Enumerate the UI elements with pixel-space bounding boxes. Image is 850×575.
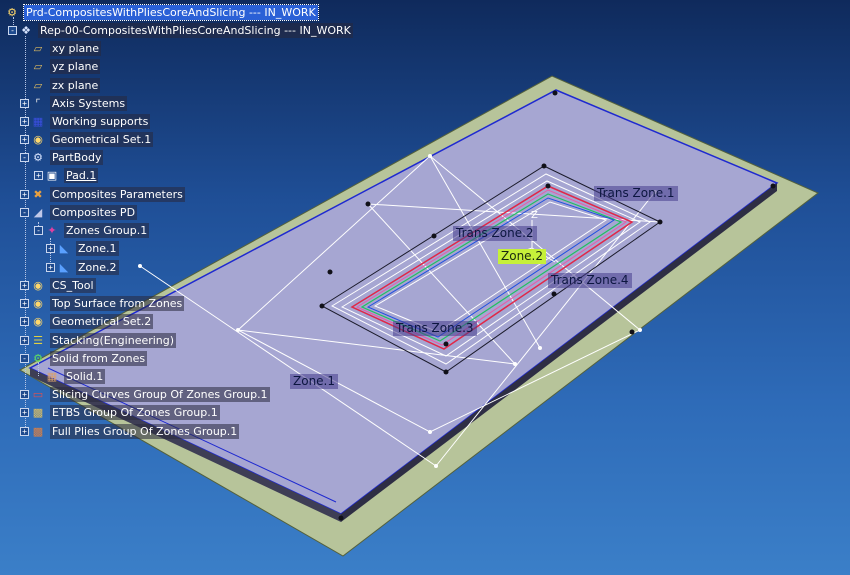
full-plies-icon: ▩ [32, 424, 44, 438]
tree-item-xy-plane-label[interactable]: xy plane [50, 40, 102, 56]
geometrical-set-icon: ◉ [33, 296, 43, 310]
composites-parameters-icon: ✖ [33, 187, 43, 201]
tree-item-yz-plane-label[interactable]: yz plane [50, 58, 101, 74]
tree-item-pad-1[interactable]: ▣ Pad.1 [44, 167, 99, 183]
expand-toggle[interactable]: + [46, 244, 55, 253]
tree-item-solid-1[interactable]: ▦ Solid.1 [44, 368, 106, 384]
slicing-icon: ▭ [32, 387, 44, 401]
tree-item-zone-2[interactable]: ◣ Zone.2 [56, 259, 119, 275]
tree-item-working-supports[interactable]: ▦ Working supports [30, 113, 151, 129]
etbs-icon: ▩ [32, 405, 44, 419]
local-axis-z-label: Z [531, 210, 538, 221]
collapse-toggle[interactable]: - [20, 354, 29, 363]
tree-item-solid-1-label[interactable]: Solid.1 [64, 368, 106, 384]
trans-zone-4-label[interactable]: Trans Zone.4 [548, 273, 632, 288]
expand-toggle[interactable]: + [34, 171, 43, 180]
tree-item-geometrical-set-1-label[interactable]: Geometrical Set.1 [50, 131, 154, 147]
expand-toggle[interactable]: + [20, 135, 29, 144]
expand-toggle[interactable]: + [20, 317, 29, 326]
tree-root-product[interactable]: ⚙ Prd-CompositesWithPliesCoreAndSlicing … [4, 3, 319, 21]
tree-item-zones-group-1-label[interactable]: Zones Group.1 [64, 222, 150, 238]
tree-item-zx-plane-label[interactable]: zx plane [50, 77, 101, 93]
tree-item-top-surface-label[interactable]: Top Surface from Zones [50, 295, 185, 311]
tree-item-stacking[interactable]: ☰ Stacking(Engineering) [30, 332, 177, 348]
product-icon: ⚙ [7, 5, 17, 19]
tree-item-zone-1-label[interactable]: Zone.1 [76, 240, 119, 256]
tree-item-top-surface[interactable]: ◉ Top Surface from Zones [30, 295, 185, 311]
trans-zone-2-label[interactable]: Trans Zone.2 [453, 226, 537, 241]
tree-item-axis-systems-label[interactable]: Axis Systems [50, 95, 128, 111]
expand-toggle[interactable]: + [20, 408, 29, 417]
collapse-toggle[interactable]: - [20, 153, 29, 162]
tree-item-zone-2-label[interactable]: Zone.2 [76, 259, 119, 275]
stacking-icon: ☰ [33, 333, 43, 347]
tree-item-geometrical-set-2-label[interactable]: Geometrical Set.2 [50, 313, 154, 329]
tree-item-slicing-curves-label[interactable]: Slicing Curves Group Of Zones Group.1 [50, 386, 270, 402]
plane-icon: ▱ [33, 78, 43, 92]
geometrical-set-icon: ◉ [33, 278, 43, 292]
axis-system-icon: ⌜ [35, 96, 41, 110]
tree-root-label[interactable]: Prd-CompositesWithPliesCoreAndSlicing --… [23, 3, 319, 21]
tree-item-cs-tool[interactable]: ◉ CS_Tool [30, 277, 96, 293]
zones-group-icon: ✦ [47, 223, 57, 237]
tree-item-zone-1[interactable]: ◣ Zone.1 [56, 240, 119, 256]
trans-zone-3-label[interactable]: Trans Zone.3 [393, 321, 477, 336]
solid-gear-icon: ⚙ [33, 351, 43, 365]
tree-item-zones-group-1[interactable]: ✦ Zones Group.1 [44, 222, 150, 238]
zone-icon: ◣ [59, 241, 69, 255]
tree-item-full-plies-label[interactable]: Full Plies Group Of Zones Group.1 [50, 423, 240, 439]
tree-item-partbody[interactable]: ⚙ PartBody [30, 149, 104, 165]
tree-item-etbs-group-label[interactable]: ETBS Group Of Zones Group.1 [50, 404, 220, 420]
tree-item-full-plies[interactable]: ▩ Full Plies Group Of Zones Group.1 [30, 423, 240, 439]
tree-item-pad-1-label[interactable]: Pad.1 [64, 167, 99, 183]
body-gear-icon: ⚙ [33, 150, 43, 164]
zone-icon: ◣ [59, 260, 69, 274]
tree-item-working-supports-label[interactable]: Working supports [50, 113, 151, 129]
expand-toggle[interactable]: + [46, 263, 55, 272]
tree-item-cs-tool-label[interactable]: CS_Tool [50, 277, 96, 293]
geometrical-set-icon: ◉ [33, 314, 43, 328]
collapse-toggle[interactable]: - [20, 208, 29, 217]
grid-icon: ▦ [32, 114, 44, 128]
tree-item-stacking-label[interactable]: Stacking(Engineering) [50, 332, 177, 348]
tree-item-geometrical-set-1[interactable]: ◉ Geometrical Set.1 [30, 131, 154, 147]
tree-item-solid-from-zones-label[interactable]: Solid from Zones [50, 350, 148, 366]
tree-item-rep-label[interactable]: Rep-00-CompositesWithPliesCoreAndSlicing… [38, 22, 353, 38]
zone-2-highlight-label[interactable]: Zone.2 [498, 249, 546, 264]
expand-toggle[interactable]: + [20, 190, 29, 199]
expand-toggle[interactable]: + [20, 427, 29, 436]
plane-icon: ▱ [33, 41, 43, 55]
expand-toggle[interactable]: + [20, 299, 29, 308]
tree-item-solid-from-zones[interactable]: ⚙ Solid from Zones [30, 350, 148, 366]
geometrical-set-icon: ◉ [33, 132, 43, 146]
composites-pd-icon: ◢ [33, 205, 43, 219]
tree-item-slicing-curves[interactable]: ▭ Slicing Curves Group Of Zones Group.1 [30, 386, 270, 402]
tree-item-composites-parameters[interactable]: ✖ Composites Parameters [30, 186, 185, 202]
tree-item-axis-systems[interactable]: ⌜ Axis Systems [30, 95, 128, 111]
collapse-toggle[interactable]: - [8, 26, 17, 35]
plane-icon: ▱ [33, 59, 43, 73]
tree-item-rep[interactable]: ❖ Rep-00-CompositesWithPliesCoreAndSlici… [18, 22, 353, 38]
expand-toggle[interactable]: + [20, 281, 29, 290]
solid-icon: ▦ [46, 369, 58, 383]
specification-tree[interactable]: ⚙ Prd-CompositesWithPliesCoreAndSlicing … [0, 0, 353, 445]
tree-item-yz-plane[interactable]: ▱ yz plane [30, 58, 101, 74]
tree-item-partbody-label[interactable]: PartBody [50, 149, 104, 165]
expand-toggle[interactable]: + [20, 99, 29, 108]
tree-item-xy-plane[interactable]: ▱ xy plane [30, 40, 102, 56]
trans-zone-1-label[interactable]: Trans Zone.1 [594, 186, 678, 201]
tree-connector [25, 36, 26, 431]
tree-item-zx-plane[interactable]: ▱ zx plane [30, 77, 101, 93]
tree-item-composites-parameters-label[interactable]: Composites Parameters [50, 186, 185, 202]
part-icon: ❖ [21, 23, 31, 37]
tree-item-etbs-group[interactable]: ▩ ETBS Group Of Zones Group.1 [30, 404, 220, 420]
tree-item-composites-pd[interactable]: ◢ Composites PD [30, 204, 138, 220]
expand-toggle[interactable]: + [20, 390, 29, 399]
collapse-toggle[interactable]: - [34, 226, 43, 235]
pad-icon: ▣ [46, 168, 58, 182]
tree-item-geometrical-set-2[interactable]: ◉ Geometrical Set.2 [30, 313, 154, 329]
expand-toggle[interactable]: + [20, 117, 29, 126]
expand-toggle[interactable]: + [20, 336, 29, 345]
tree-item-composites-pd-label[interactable]: Composites PD [50, 204, 138, 220]
